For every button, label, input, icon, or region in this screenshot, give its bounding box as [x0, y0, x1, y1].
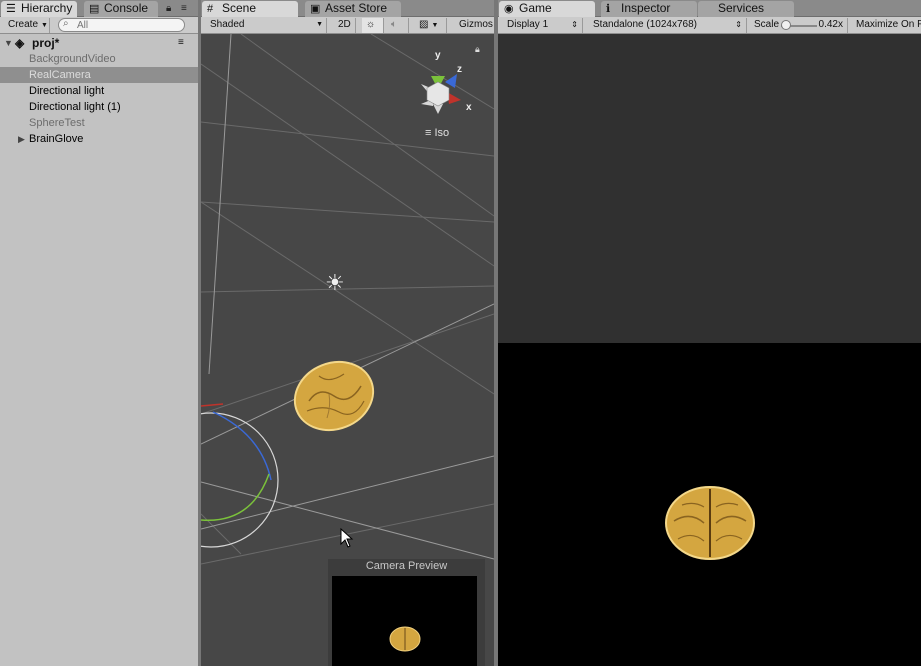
gizmos-dropdown[interactable]: Gizmos — [455, 18, 494, 33]
tab-label: Services — [718, 1, 765, 15]
camera-preview-title: Camera Preview — [365, 560, 448, 572]
game-tabbar: ◉ Game ℹ Inspector Services — [498, 0, 921, 17]
item-label: SphereTest — [29, 117, 85, 129]
audio-toggle[interactable]: 🔈︎ — [387, 18, 409, 33]
lighting-toggle[interactable]: ☼ — [362, 18, 384, 33]
tab-game[interactable]: ◉ Game — [499, 1, 595, 17]
gizmos-label: Gizmos — [459, 19, 493, 30]
brain-model-game — [665, 486, 755, 560]
scale-slider-knob[interactable] — [781, 20, 791, 30]
gizmo-lock-icon[interactable]: 🔒︎ — [475, 44, 480, 55]
mouse-cursor-icon — [340, 528, 354, 548]
create-button[interactable]: Create ▼ — [4, 18, 50, 33]
tab-inspector[interactable]: ℹ Inspector — [601, 1, 697, 17]
item-label: BrainGlove — [29, 133, 84, 145]
projection-toggle[interactable]: ≡ Iso — [425, 127, 449, 139]
tab-services[interactable]: Services — [698, 1, 794, 17]
tab-label: Inspector — [621, 1, 671, 15]
dropdown-arrow-icon: ▼ — [431, 22, 439, 29]
tab-hierarchy[interactable]: ☰ Hierarchy — [1, 1, 77, 17]
scene-root-row[interactable]: ▼ ◈ proj* ≡ — [0, 35, 198, 51]
display-value: Display 1 — [507, 19, 549, 30]
list-icon: ☰ — [6, 3, 16, 15]
scene-toolbar: Shaded ▼ 2D ☼ 🔈︎ ▨ ▼ Gizmos — [201, 17, 494, 34]
search-icon: ⌕ — [63, 18, 69, 29]
hierarchy-item-directional-light[interactable]: Directional light — [0, 83, 198, 99]
game-toolbar: Display 1 ⇕ Standalone (1024x768) ⇕ Scal… — [498, 17, 921, 34]
tab-label: Asset Store — [325, 1, 388, 15]
orientation-gizmo[interactable]: y z x — [411, 44, 481, 124]
search-input[interactable] — [77, 19, 177, 31]
tab-scene[interactable]: # Scene — [202, 1, 298, 17]
maximize-on-play-toggle[interactable]: Maximize On P — [852, 18, 921, 33]
2d-toggle-label: 2D — [338, 19, 351, 30]
tab-asset-store[interactable]: ▣ Asset Store — [305, 1, 401, 17]
projection-label: Iso — [434, 127, 450, 139]
scene-menu-icon[interactable]: ≡ — [178, 35, 184, 51]
hierarchy-item-brainglove[interactable]: ▶ BrainGlove — [0, 131, 198, 147]
scene-name: proj* — [32, 36, 60, 50]
scene-panel: # Scene ▣ Asset Store Shaded ▼ 2D ☼ 🔈︎ ▨… — [201, 0, 494, 666]
hierarchy-tabbar: ☰ Hierarchy ▤ Console 🔒︎ ≡ — [0, 0, 198, 17]
tab-label: Hierarchy — [21, 1, 73, 15]
maximize-label: Maximize On P — [856, 19, 921, 30]
dropdown-arrow-icon: ▼ — [41, 22, 48, 29]
hierarchy-toolbar: Create ▼ ⌕ — [0, 17, 198, 34]
sun-icon: ☼ — [366, 19, 376, 30]
hierarchy-item-spheretest[interactable]: SphereTest — [0, 115, 198, 131]
2d-toggle[interactable]: 2D — [334, 18, 356, 33]
game-icon: ◉ — [504, 3, 514, 15]
info-icon: ℹ — [606, 3, 611, 15]
game-render-area — [498, 343, 921, 666]
camera-preview: Camera Preview — [328, 559, 485, 666]
gizmo-y-label: y — [435, 50, 441, 61]
gizmo-x-label: x — [466, 102, 472, 113]
scale-label: Scale — [754, 19, 780, 30]
shading-mode-value: Shaded — [210, 19, 245, 30]
game-viewport[interactable] — [498, 34, 921, 666]
collapse-arrow-icon[interactable]: ▶ — [18, 131, 25, 147]
speaker-icon: 🔈︎ — [391, 19, 397, 30]
tab-label: Game — [519, 1, 552, 15]
hierarchy-item-realcamera[interactable]: RealCamera — [0, 67, 198, 83]
tab-label: Console — [104, 1, 149, 15]
stepper-arrows-icon: ⇕ — [735, 20, 742, 29]
item-label: Directional light — [29, 85, 105, 97]
scene-tabbar: # Scene ▣ Asset Store — [201, 0, 494, 17]
dropdown-arrow-icon: ▼ — [316, 21, 323, 28]
game-panel: ◉ Game ℹ Inspector Services Display 1 ⇕ … — [498, 0, 921, 666]
display-dropdown[interactable]: Display 1 ⇕ — [503, 18, 583, 33]
scale-value: 0.42x — [818, 19, 843, 30]
create-label: Create — [8, 19, 39, 30]
stepper-arrows-icon: ⇕ — [571, 20, 578, 29]
panel-menu-icon[interactable]: ≡ — [181, 3, 187, 14]
hierarchy-item-directional-light-1[interactable]: Directional light (1) — [0, 99, 198, 115]
effects-dropdown[interactable]: ▨ ▼ — [415, 18, 447, 33]
camera-preview-frame — [332, 576, 477, 666]
lock-icon[interactable]: 🔒︎ — [166, 3, 171, 14]
directional-light-icon[interactable]: ☀ — [325, 270, 345, 296]
store-icon: ▣ — [310, 3, 321, 15]
resolution-value: Standalone (1024x768) — [593, 19, 697, 30]
image-icon: ▨ — [419, 19, 429, 30]
shading-mode-dropdown[interactable]: Shaded ▼ — [206, 18, 327, 33]
expand-arrow-icon[interactable]: ▼ — [4, 35, 13, 51]
grid-icon: # — [207, 3, 214, 15]
unity-scene-icon: ◈ — [15, 36, 25, 50]
item-label: BackgroundVideo — [29, 53, 116, 65]
resolution-dropdown[interactable]: Standalone (1024x768) ⇕ — [589, 18, 747, 33]
brain-model-scene[interactable] — [289, 356, 379, 436]
scene-viewport[interactable]: y z x 🔒︎ ≡ Iso ☀ Camera Preview — [201, 34, 494, 666]
item-label: Directional light (1) — [29, 101, 121, 113]
tab-console[interactable]: ▤ Console — [84, 1, 158, 17]
tab-label: Scene — [222, 1, 257, 15]
hierarchy-panel: ☰ Hierarchy ▤ Console 🔒︎ ≡ Create▼ ⌕ ▼ ◈… — [0, 0, 198, 666]
console-icon: ▤ — [89, 3, 100, 15]
gizmo-z-label: z — [457, 64, 462, 75]
search-field[interactable]: ⌕ — [58, 18, 185, 32]
brain-preview-thumbnail — [389, 626, 421, 652]
hierarchy-item-backgroundvideo[interactable]: BackgroundVideo — [0, 51, 198, 67]
item-label: RealCamera — [29, 69, 91, 81]
